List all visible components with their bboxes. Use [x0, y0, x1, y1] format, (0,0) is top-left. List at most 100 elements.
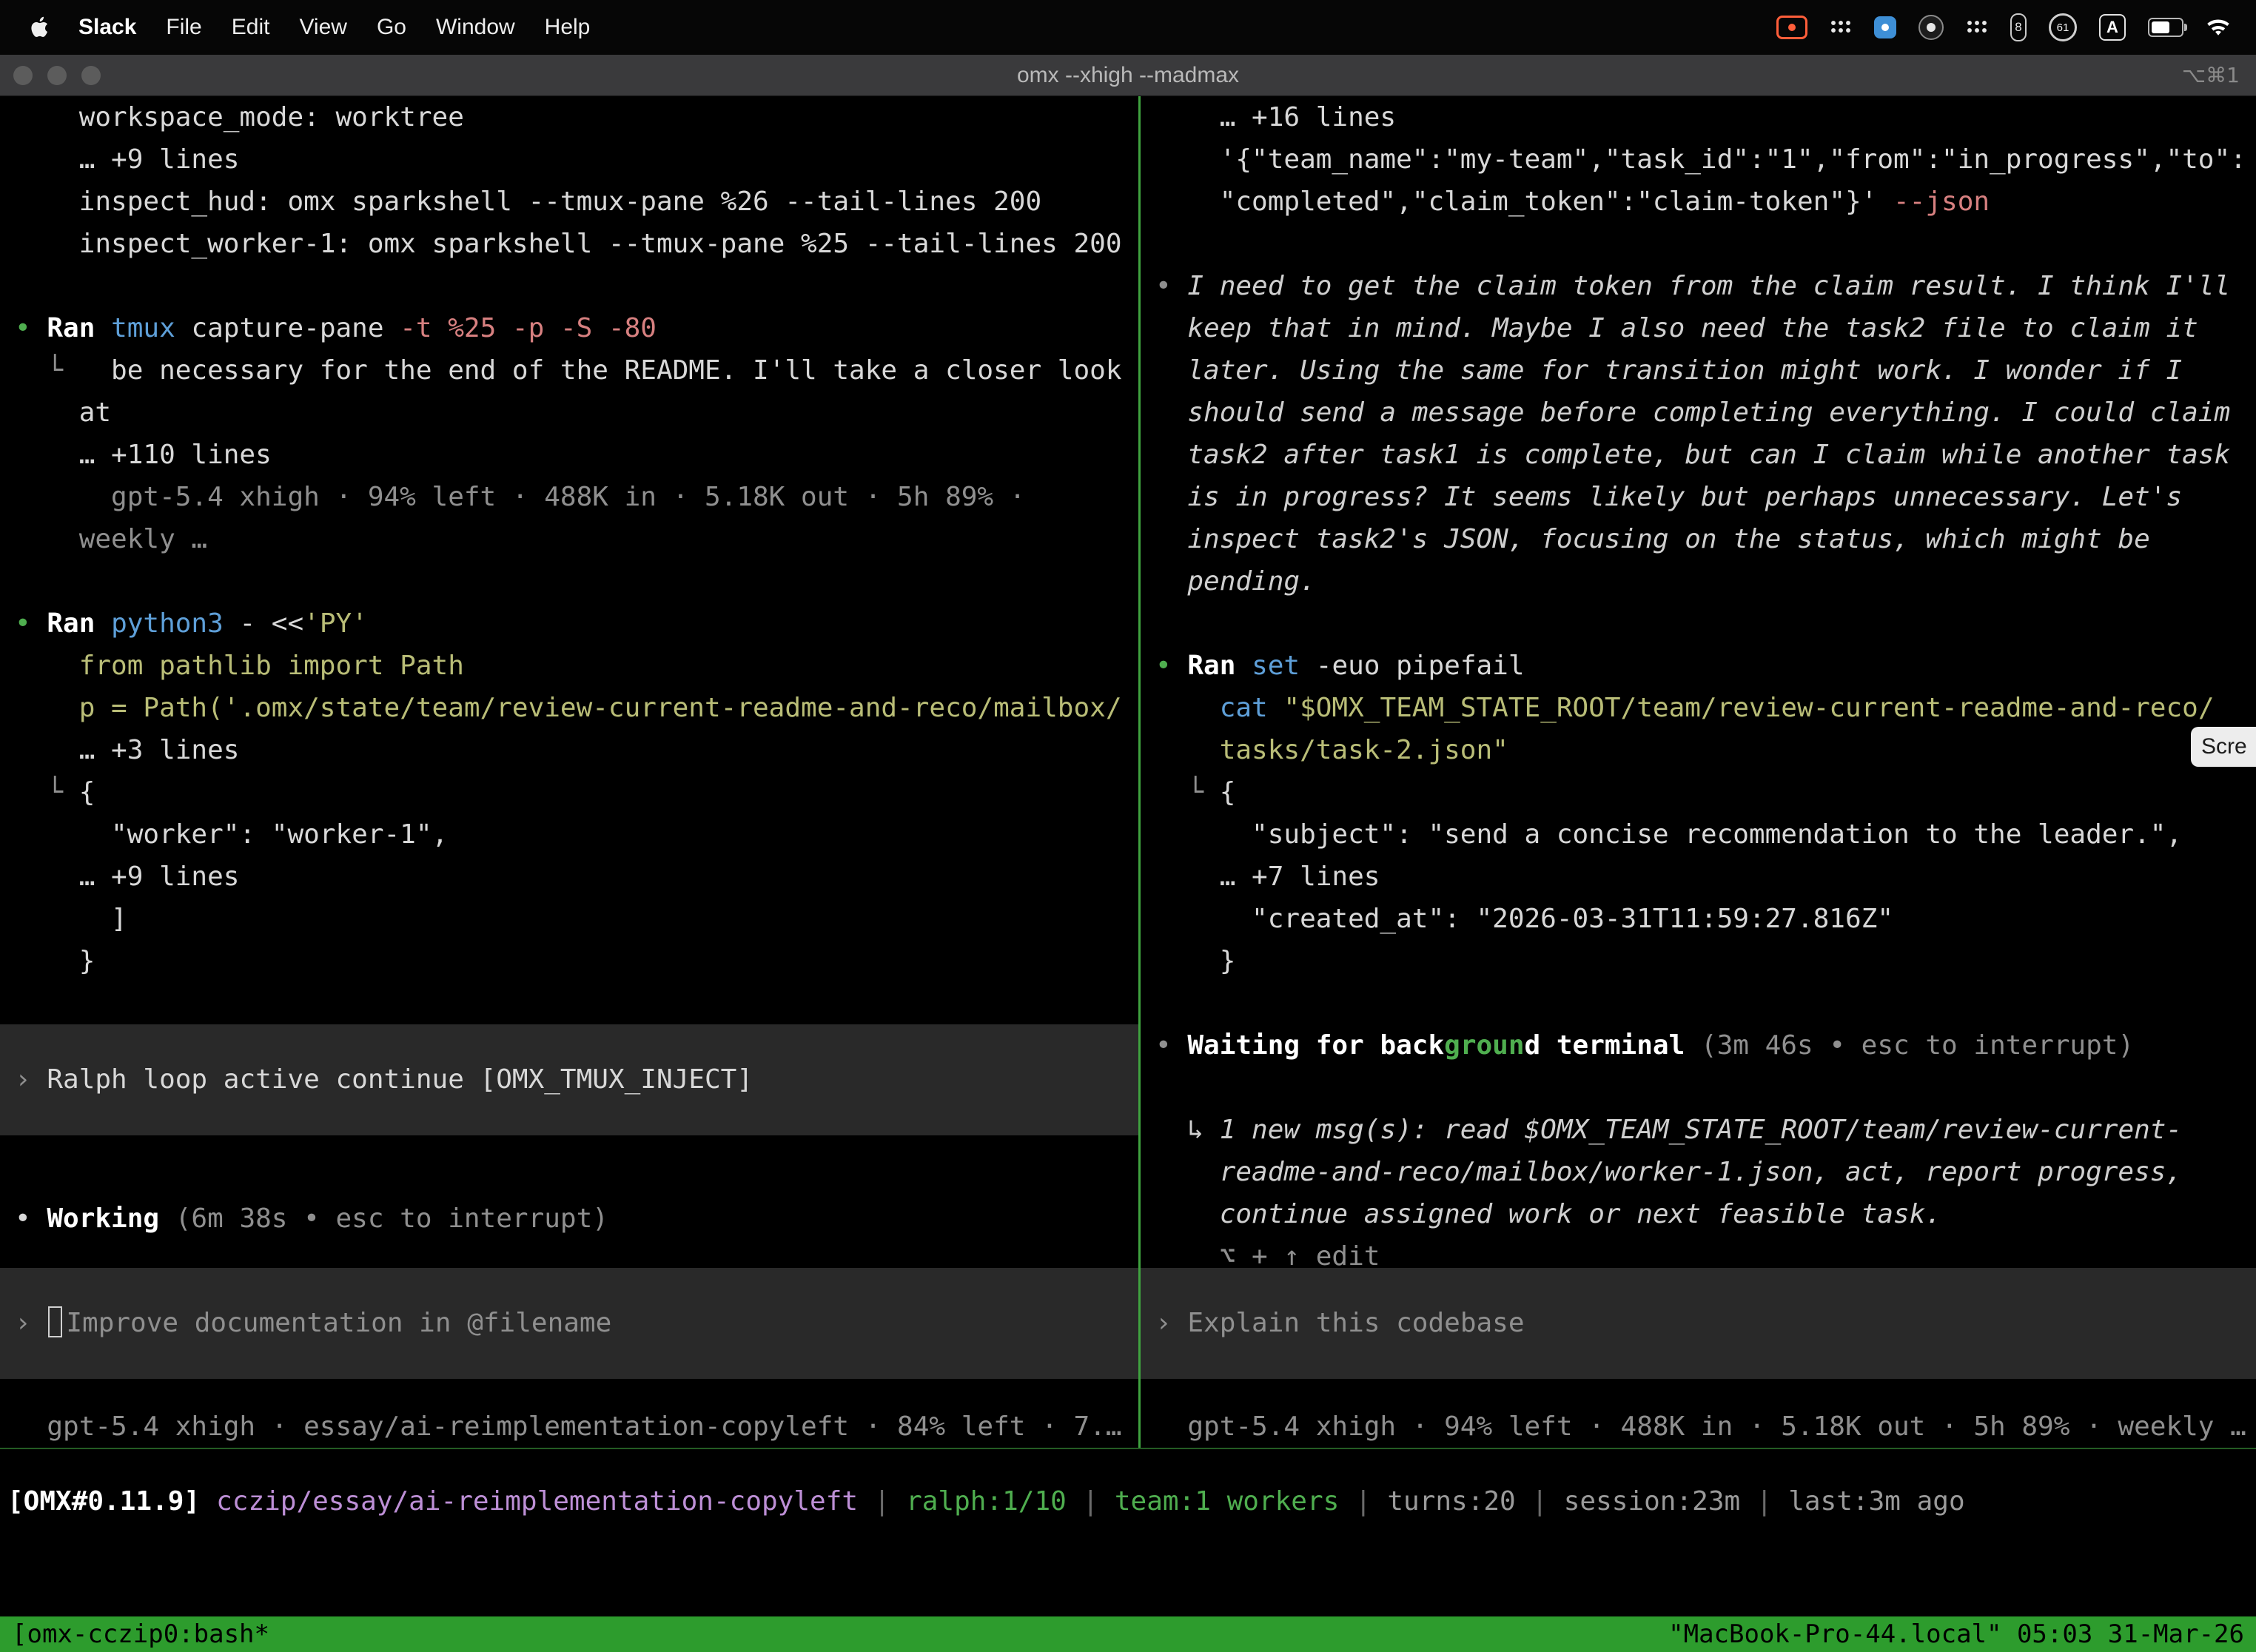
keyboard-icon[interactable]	[1830, 19, 1852, 36]
apple-menu-icon[interactable]	[30, 16, 49, 38]
menu-bar-status-icons: 8 61 A	[1776, 13, 2231, 41]
terminal-line: ↳ 1 new msg(s): read $OMX_TEAM_STATE_ROO…	[1141, 1109, 2256, 1151]
terminal-line: "worker": "worker-1",	[0, 813, 1138, 856]
terminal-line	[0, 560, 1138, 602]
omx-status-pane: [OMX#0.11.9] cczip/essay/ai-reimplementat…	[0, 1449, 2256, 1616]
terminal-line: gpt-5.4 xhigh · essay/ai-reimplementatio…	[0, 1406, 1138, 1448]
menu-item-file[interactable]: File	[166, 15, 201, 40]
terminal-window[interactable]: workspace_mode: worktree … +9 lines insp…	[0, 96, 2256, 1616]
terminal-line: cat "$OMX_TEAM_STATE_ROOT/team/review-cu…	[1141, 687, 2256, 729]
terminal-line: should send a message before completing …	[1141, 392, 2256, 434]
tmux-status-bar: [omx-cczip0:bash* "MacBook-Pro-44.local"…	[0, 1616, 2256, 1652]
terminal-line: … +9 lines	[0, 856, 1138, 898]
gauge-icon[interactable]: 61	[2049, 13, 2077, 41]
app-icon-dark[interactable]	[1918, 15, 1944, 40]
terminal-line: "completed","claim_token":"claim-token"}…	[1141, 181, 2256, 223]
terminal-line: • I need to get the claim token from the…	[1141, 265, 2256, 307]
menu-item-help[interactable]: Help	[545, 15, 591, 40]
terminal-line: inspect_hud: omx sparkshell --tmux-pane …	[0, 181, 1138, 223]
terminal-line: inspect task2's JSON, focusing on the st…	[1141, 518, 2256, 560]
tmux-pane-left[interactable]: workspace_mode: worktree … +9 lines insp…	[0, 96, 1138, 1448]
tmux-host-datetime: "MacBook-Pro-44.local" 05:03 31-Mar-26	[1668, 1619, 2244, 1649]
launchpad-grid-icon[interactable]	[1966, 19, 1988, 36]
terminal-line: • Working (6m 38s • esc to interrupt)	[0, 1198, 1138, 1240]
omx-version: [OMX#0.11.9]	[7, 1486, 200, 1517]
terminal-line: readme-and-reco/mailbox/worker-1.json, a…	[1141, 1151, 2256, 1193]
terminal-line	[0, 265, 1138, 307]
tmux-panes: workspace_mode: worktree … +9 lines insp…	[0, 96, 2256, 1448]
omx-turns: turns:20	[1387, 1486, 1515, 1517]
wifi-icon[interactable]	[2206, 18, 2231, 37]
menu-item-edit[interactable]: Edit	[232, 15, 270, 40]
terminal-line: … +3 lines	[0, 729, 1138, 771]
terminal-line: keep that in mind. Maybe I also need the…	[1141, 307, 2256, 349]
terminal-line: • Ran python3 - <<'PY'	[0, 602, 1138, 645]
terminal-line: }	[0, 940, 1138, 982]
omx-status-line: [OMX#0.11.9] cczip/essay/ai-reimplementat…	[7, 1480, 2256, 1522]
stats-pill-icon[interactable]: 8	[2010, 13, 2027, 41]
prompt-suggestion-line[interactable]: › Explain this codebase	[1141, 1268, 2256, 1379]
separator: |	[1740, 1486, 1788, 1517]
battery-icon[interactable]	[2148, 18, 2183, 37]
terminal-line: • Waiting for background terminal (3m 46…	[1141, 1024, 2256, 1067]
terminal-line: }	[1141, 940, 2256, 982]
screenshot-notification[interactable]: Scre	[2191, 727, 2256, 767]
terminal-line: '{"team_name":"my-team","task_id":"1","f…	[1141, 138, 2256, 181]
terminal-line: … +9 lines	[0, 138, 1138, 181]
menu-item-view[interactable]: View	[299, 15, 346, 40]
window-title: omx --xhigh --madmax	[0, 63, 2256, 88]
terminal-line: is in progress? It seems likely but perh…	[1141, 476, 2256, 518]
terminal-line: p = Path('.omx/state/team/review-current…	[0, 687, 1138, 729]
terminal-line	[1141, 982, 2256, 1024]
omx-session-path: cczip/essay/ai-reimplementation-copyleft	[216, 1486, 858, 1517]
terminal-line: "subject": "send a concise recommendatio…	[1141, 813, 2256, 856]
omx-ralph-count: ralph:1/10	[906, 1486, 1067, 1517]
omx-session-time: session:23m	[1564, 1486, 1740, 1517]
omx-team-workers: team:1 workers	[1115, 1486, 1339, 1517]
tmux-session-window[interactable]: [omx-cczip0:bash*	[12, 1619, 269, 1649]
window-title-bar[interactable]: omx --xhigh --madmax ⌥⌘1	[0, 55, 2256, 96]
terminal-line: task2 after task1 is complete, but can I…	[1141, 434, 2256, 476]
terminal-line: later. Using the same for transition mig…	[1141, 349, 2256, 392]
menu-item-go[interactable]: Go	[377, 15, 406, 40]
terminal-line: … +110 lines	[0, 434, 1138, 476]
terminal-line: └ be necessary for the end of the README…	[0, 349, 1138, 392]
terminal-line: • Ran tmux capture-pane -t %25 -p -S -80	[0, 307, 1138, 349]
terminal-line: tasks/task-2.json"	[1141, 729, 2256, 771]
menu-item-window[interactable]: Window	[436, 15, 515, 40]
terminal-line: └ {	[0, 771, 1138, 813]
block-cursor	[48, 1306, 62, 1337]
prompt-suggestion-line[interactable]: › Ralph loop active continue [OMX_TMUX_I…	[0, 1024, 1138, 1135]
terminal-line: workspace_mode: worktree	[0, 96, 1138, 138]
terminal-line: └ {	[1141, 771, 2256, 813]
menu-bar-left: Slack File Edit View Go Window Help	[30, 15, 590, 40]
record-dot-icon	[1788, 24, 1796, 31]
terminal-line: from pathlib import Path	[0, 645, 1138, 687]
terminal-line: … +7 lines	[1141, 856, 2256, 898]
terminal-line	[1141, 1067, 2256, 1109]
terminal-line: … +16 lines	[1141, 96, 2256, 138]
screen: Slack File Edit View Go Window Help 8 61…	[0, 0, 2256, 1652]
window-shortcut-hint: ⌥⌘1	[2182, 63, 2240, 87]
prompt-suggestion-line[interactable]: › Improve documentation in @filename	[0, 1268, 1138, 1379]
screen-recording-icon[interactable]	[1776, 16, 1807, 39]
menu-app-name[interactable]: Slack	[78, 15, 136, 40]
terminal-line	[0, 982, 1138, 1024]
terminal-line: ]	[0, 898, 1138, 940]
terminal-line	[1141, 223, 2256, 265]
terminal-line: "created_at": "2026-03-31T11:59:27.816Z"	[1141, 898, 2256, 940]
terminal-line: pending.	[1141, 560, 2256, 602]
separator: |	[1516, 1486, 1564, 1517]
terminal-line: continue assigned work or next feasible …	[1141, 1193, 2256, 1235]
separator: |	[1339, 1486, 1387, 1517]
omx-last-activity: last:3m ago	[1788, 1486, 1964, 1517]
app-icon-blue[interactable]	[1874, 16, 1896, 38]
input-source-icon[interactable]: A	[2099, 14, 2126, 41]
terminal-line: at	[0, 392, 1138, 434]
tmux-pane-right[interactable]: … +16 lines '{"team_name":"my-team","tas…	[1141, 96, 2256, 1448]
menu-bar: Slack File Edit View Go Window Help 8 61…	[0, 0, 2256, 55]
terminal-line: gpt-5.4 xhigh · 94% left · 488K in · 5.1…	[1141, 1406, 2256, 1448]
terminal-line: gpt-5.4 xhigh · 94% left · 488K in · 5.1…	[0, 476, 1138, 518]
terminal-line	[1141, 602, 2256, 645]
separator: |	[858, 1486, 906, 1517]
